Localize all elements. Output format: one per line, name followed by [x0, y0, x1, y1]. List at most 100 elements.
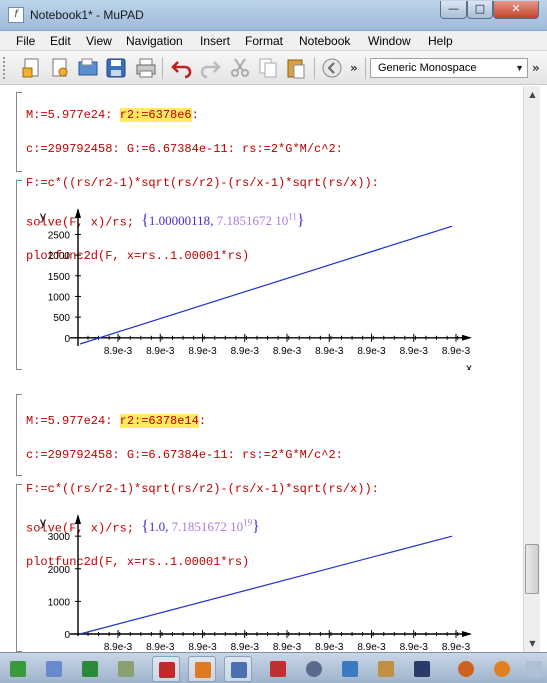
y-tick-label: 2000: [48, 251, 71, 262]
x-tick-label: 8.9e-3: [188, 346, 217, 357]
menu-window[interactable]: Window: [368, 34, 411, 48]
taskbar-excel-icon[interactable]: [76, 656, 104, 682]
menu-view[interactable]: View: [86, 34, 112, 48]
menu-format[interactable]: Format: [245, 34, 283, 48]
x-tick-label: 8.9e-3: [442, 346, 471, 357]
redo-icon[interactable]: [198, 56, 222, 80]
y-axis-arrow: [75, 208, 81, 218]
y-tick-label: 500: [53, 313, 70, 324]
taskbar-overflow-icon[interactable]: [520, 656, 547, 682]
maximize-button[interactable]: □: [467, 1, 493, 19]
taskbar-visio-icon[interactable]: [264, 656, 292, 682]
open-folder-icon[interactable]: [76, 56, 100, 80]
x-axis-arrow: [462, 334, 472, 341]
menu-help[interactable]: Help: [428, 34, 453, 48]
start-button[interactable]: [4, 656, 32, 682]
taskbar-mupad-icon[interactable]: [224, 656, 252, 682]
x-tick-label: 8.9e-3: [273, 642, 302, 652]
scroll-up-icon[interactable]: ▲: [524, 86, 541, 103]
mupad-app-icon[interactable]: f: [8, 7, 24, 23]
y-tick-label: 2500: [48, 230, 71, 241]
font-select[interactable]: Generic Monospace ▼: [370, 58, 528, 78]
taskbar-matlab-icon[interactable]: [188, 656, 216, 682]
new-editor-icon[interactable]: [48, 56, 72, 80]
y-tick-label: 3000: [48, 532, 71, 543]
taskbar-firefox-icon[interactable]: [452, 656, 480, 682]
new-notebook-icon[interactable]: [20, 56, 44, 80]
input-cell-bracket[interactable]: [16, 394, 22, 476]
window-title: Notebook1* - MuPAD: [30, 8, 144, 22]
taskbar-winamp-icon[interactable]: [408, 656, 436, 682]
taskbar-photoshop-icon[interactable]: [336, 656, 364, 682]
toolbar-overflow-icon[interactable]: »: [350, 61, 358, 75]
toolbar: » Generic Monospace ▼ »: [0, 51, 547, 85]
cut-icon[interactable]: [228, 56, 252, 80]
taskbar-app-red-icon[interactable]: [152, 656, 180, 682]
y-tick-label: 0: [64, 630, 70, 641]
y-tick-label: 2000: [48, 565, 71, 576]
series-line: [79, 535, 453, 635]
x-tick-label: 8.9e-3: [357, 642, 386, 652]
toolbar-separator: [365, 57, 366, 79]
toolbar-separator: [314, 57, 315, 79]
y-axis-label: y: [40, 515, 46, 529]
copy-icon[interactable]: [256, 56, 280, 80]
x-tick-label: 8.9e-3: [357, 346, 386, 357]
taskbar-pen-icon[interactable]: [372, 656, 400, 682]
menu-edit[interactable]: Edit: [50, 34, 71, 48]
x-tick-label: 8.9e-3: [146, 642, 175, 652]
code-line: :: [198, 414, 207, 428]
code-line: c:=299792458: G:=6.67384e-11: rs:=2*G*M/…: [26, 142, 343, 156]
highlighted-code: r2:=6378e6: [119, 108, 192, 122]
evaluate-icon[interactable]: [320, 56, 344, 80]
x-tick-label: 8.9e-3: [146, 346, 175, 357]
scrollbar-thumb[interactable]: [525, 544, 539, 594]
taskbar-paint-icon[interactable]: [40, 656, 68, 682]
undo-icon[interactable]: [170, 56, 194, 80]
x-axis-label: x: [466, 361, 472, 370]
code-line: F:=c*((rs/r2-1)*sqrt(rs/r2)-(rs/x-1)*sqr…: [26, 482, 379, 496]
y-axis-label: y: [40, 209, 46, 223]
input-cell-bracket[interactable]: [16, 92, 22, 172]
y-tick-label: 1500: [48, 272, 71, 283]
title-bar: f Notebook1* - MuPAD — □ ✕: [0, 0, 547, 31]
x-tick-label: 8.9e-3: [273, 346, 302, 357]
toolbar-overflow-icon[interactable]: »: [532, 61, 540, 75]
menu-notebook[interactable]: Notebook: [299, 34, 350, 48]
toolbar-grip[interactable]: [3, 57, 7, 79]
taskbar-calculator-icon[interactable]: [112, 656, 140, 682]
y-axis-arrow: [75, 514, 81, 524]
code-line: :: [191, 108, 199, 122]
code-line: c:=299792458: G:=6.67384e-11: rs:=2*G*M/…: [26, 448, 343, 462]
scroll-down-icon[interactable]: ▼: [524, 635, 541, 652]
taskbar-network-icon[interactable]: [300, 656, 328, 682]
highlighted-code: r2:=6378e14: [119, 414, 199, 428]
x-tick-label: 8.9e-3: [231, 346, 260, 357]
plot-output-1[interactable]: y x 0 500 1000 1500 2000 2500 8.9e-3 8.9e-3 8.9e-3…: [20, 200, 500, 370]
menu-file[interactable]: File: [16, 34, 35, 48]
x-axis-arrow: [462, 631, 472, 637]
menu-navigation[interactable]: Navigation: [126, 34, 183, 48]
taskbar: [0, 652, 547, 683]
x-tick-label: 8.9e-3: [104, 642, 133, 652]
x-tick-label: 8.9e-3: [315, 642, 344, 652]
code-line: F:=c*((rs/r2-1)*sqrt(rs/r2)-(rs/x-1)*sqr…: [26, 176, 379, 190]
taskbar-app-orange-icon[interactable]: [488, 656, 516, 682]
x-tick-label: 8.9e-3: [188, 642, 217, 652]
print-icon[interactable]: [134, 56, 158, 80]
code-line: M:=5.977e24:: [26, 414, 120, 428]
chevron-down-icon[interactable]: ▼: [515, 59, 524, 77]
minimize-button[interactable]: —: [440, 1, 467, 19]
code-line: M:=5.977e24:: [26, 108, 120, 122]
menu-insert[interactable]: Insert: [200, 34, 230, 48]
y-tick-label: 0: [64, 334, 70, 345]
x-tick-label: 8.9e-3: [315, 346, 344, 357]
menu-bar: File Edit View Navigation Insert Format …: [0, 31, 547, 51]
vertical-scrollbar[interactable]: ▲ ▼: [523, 86, 540, 652]
x-tick-label: 8.9e-3: [400, 346, 429, 357]
close-button[interactable]: ✕: [493, 1, 539, 19]
paste-icon[interactable]: [284, 56, 308, 80]
series-line: [79, 225, 453, 345]
save-icon[interactable]: [104, 56, 128, 80]
plot-output-2[interactable]: y 0 1000 2000 3000 8.9e-3 8.9e-3 8.9e-3 8.9e-3 8.…: [20, 508, 500, 652]
